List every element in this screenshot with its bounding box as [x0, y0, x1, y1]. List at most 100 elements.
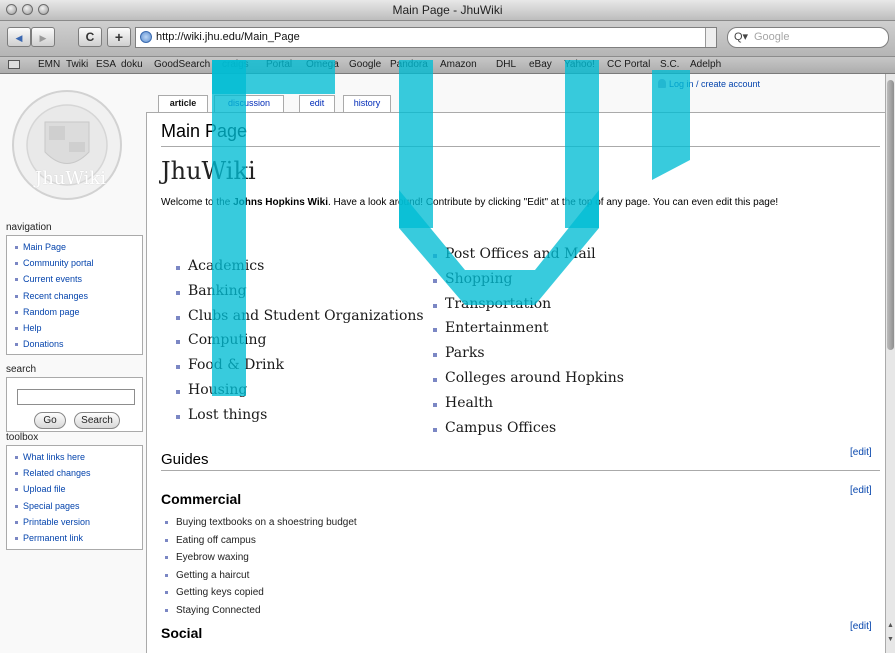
edit-section-link[interactable]: [edit] — [850, 447, 872, 458]
tab-discussion[interactable]: discussion — [214, 95, 284, 112]
bookmark-item[interactable]: Google — [349, 59, 381, 70]
edit-section-link[interactable]: [edit] — [850, 485, 872, 496]
search-portlet: Go Search — [6, 377, 143, 432]
bookmark-item[interactable]: GoodSearch — [154, 59, 210, 70]
go-button[interactable]: Go — [34, 412, 66, 429]
vertical-scrollbar[interactable]: ▲ ▼ — [885, 74, 895, 653]
bookmark-item[interactable]: Omega — [306, 59, 339, 70]
sidebar-item-community-portal[interactable]: Community portal — [15, 255, 142, 271]
sidebar-item-current-events[interactable]: Current events — [15, 271, 142, 287]
sidebar-item-donations[interactable]: Donations — [15, 336, 142, 352]
list-item[interactable]: Clubs and Student Organizations — [174, 304, 424, 329]
list-item[interactable]: Banking — [174, 279, 424, 304]
list-item[interactable]: Shopping — [431, 267, 624, 292]
bookmark-item[interactable]: ESA — [96, 59, 116, 70]
bookmark-item[interactable]: CC Portal — [607, 59, 650, 70]
toolbox-item-what-links-here[interactable]: What links here — [15, 449, 142, 465]
address-bar[interactable]: http://wiki.jhu.edu/Main_Page — [135, 27, 717, 48]
url-dropdown-icon[interactable] — [705, 28, 716, 47]
add-bookmark-button[interactable]: + — [107, 27, 131, 47]
navigation-portlet: Main Page Community portal Current event… — [6, 235, 143, 355]
bookmark-item[interactable]: doku — [121, 59, 143, 70]
topics-list-right: Post Offices and Mail Shopping Transport… — [431, 242, 624, 440]
list-item[interactable]: Buying textbooks on a shoestring budget — [163, 514, 357, 532]
social-heading: Social — [161, 625, 203, 641]
list-item[interactable]: Lost things — [174, 403, 424, 428]
list-item[interactable]: Eating off campus — [163, 532, 357, 550]
forward-button[interactable]: ▶ — [31, 27, 55, 47]
wiki-search-input[interactable] — [17, 389, 135, 405]
navigation-title: navigation — [6, 222, 52, 233]
tab-article[interactable]: article — [158, 95, 208, 113]
plus-icon: + — [114, 29, 124, 45]
list-item[interactable]: Housing — [174, 378, 424, 403]
url-text: http://wiki.jhu.edu/Main_Page — [156, 31, 300, 43]
list-item[interactable]: Academics — [174, 254, 424, 279]
toolbox-item-related-changes[interactable]: Related changes — [15, 465, 142, 481]
intro-paragraph: Welcome to the Johns Hopkins Wiki. Have … — [161, 194, 881, 212]
tab-edit[interactable]: edit — [299, 95, 335, 112]
bookmark-item[interactable]: EMN — [38, 59, 60, 70]
toolbox-portlet: What links here Related changes Upload f… — [6, 445, 143, 550]
list-item[interactable]: Getting a haircut — [163, 567, 357, 585]
list-item[interactable]: Campus Offices — [431, 416, 624, 441]
content-area: Main Page JhuWiki Welcome to the Johns H… — [146, 112, 885, 653]
search-placeholder: Google — [754, 31, 790, 43]
list-item[interactable]: Parks — [431, 341, 624, 366]
browser-toolbar: ◀ ▶ C + http://wiki.jhu.edu/Main_Page Q▾… — [0, 21, 895, 57]
search-button[interactable]: Search — [74, 412, 120, 429]
reload-button[interactable]: C — [78, 27, 102, 47]
sidebar-item-random-page[interactable]: Random page — [15, 304, 142, 320]
window-title: Main Page - JhuWiki — [392, 3, 503, 17]
logo-text: JhuWiki — [35, 168, 107, 189]
back-button[interactable]: ◀ — [7, 27, 31, 47]
sidebar-item-main-page[interactable]: Main Page — [15, 239, 142, 255]
bookmark-item[interactable]: Portal — [266, 59, 292, 70]
commercial-list: Buying textbooks on a shoestring budget … — [163, 514, 357, 619]
bookmark-item[interactable]: Yahoo! — [564, 59, 595, 70]
bookmarks-book-icon[interactable] — [8, 60, 20, 69]
toolbox-item-special-pages[interactable]: Special pages — [15, 498, 142, 514]
tab-history[interactable]: history — [343, 95, 391, 112]
list-item[interactable]: Staying Connected — [163, 602, 357, 620]
bookmark-item[interactable]: Pandora — [390, 59, 428, 70]
intro-bold-link: Johns Hopkins Wiki — [233, 197, 328, 208]
search-field[interactable]: Q▾ Google — [727, 27, 889, 48]
login-link[interactable]: Log in / create account — [669, 79, 760, 89]
toolbox-item-printable-version[interactable]: Printable version — [15, 514, 142, 530]
page-title: Main Page — [161, 121, 248, 141]
reload-icon: C — [85, 30, 95, 44]
intro-text-start: Welcome to the — [161, 197, 234, 208]
toolbox-item-upload-file[interactable]: Upload file — [15, 481, 142, 497]
list-item[interactable]: Transportation — [431, 292, 624, 317]
scroll-up-icon[interactable]: ▲ — [887, 622, 894, 629]
bookmark-item[interactable]: DHL — [496, 59, 516, 70]
bookmarks-bar: EMN Twiki ESA doku GoodSearch craigs Por… — [0, 57, 895, 74]
bookmark-item[interactable]: Amazon — [440, 59, 477, 70]
bookmark-item[interactable]: S.C. — [660, 59, 679, 70]
list-item[interactable]: Post Offices and Mail — [431, 242, 624, 267]
scrollbar-thumb[interactable] — [887, 80, 894, 350]
list-item[interactable]: Health — [431, 391, 624, 416]
list-item[interactable]: Colleges around Hopkins — [431, 366, 624, 391]
list-item[interactable]: Eyebrow waxing — [163, 549, 357, 567]
site-logo[interactable]: JhuWiki — [5, 80, 145, 220]
list-item[interactable]: Food & Drink — [174, 353, 424, 378]
user-icon — [658, 79, 666, 88]
user-links: Log in / create account — [658, 79, 760, 89]
toolbox-item-permanent-link[interactable]: Permanent link — [15, 530, 142, 546]
bookmark-item[interactable]: eBay — [529, 59, 552, 70]
bookmark-item[interactable]: craigs — [222, 59, 249, 70]
sidebar-item-help[interactable]: Help — [15, 320, 142, 336]
guides-heading: Guides — [161, 451, 209, 468]
sidebar-item-recent-changes[interactable]: Recent changes — [15, 288, 142, 304]
scroll-down-icon[interactable]: ▼ — [887, 636, 894, 643]
list-item[interactable]: Entertainment — [431, 316, 624, 341]
list-item[interactable]: Getting keys copied — [163, 584, 357, 602]
guides-divider — [161, 470, 880, 471]
edit-section-link[interactable]: [edit] — [850, 621, 872, 632]
globe-icon — [140, 31, 152, 43]
bookmark-item[interactable]: Adelph — [690, 59, 721, 70]
bookmark-item[interactable]: Twiki — [66, 59, 88, 70]
list-item[interactable]: Computing — [174, 328, 424, 353]
